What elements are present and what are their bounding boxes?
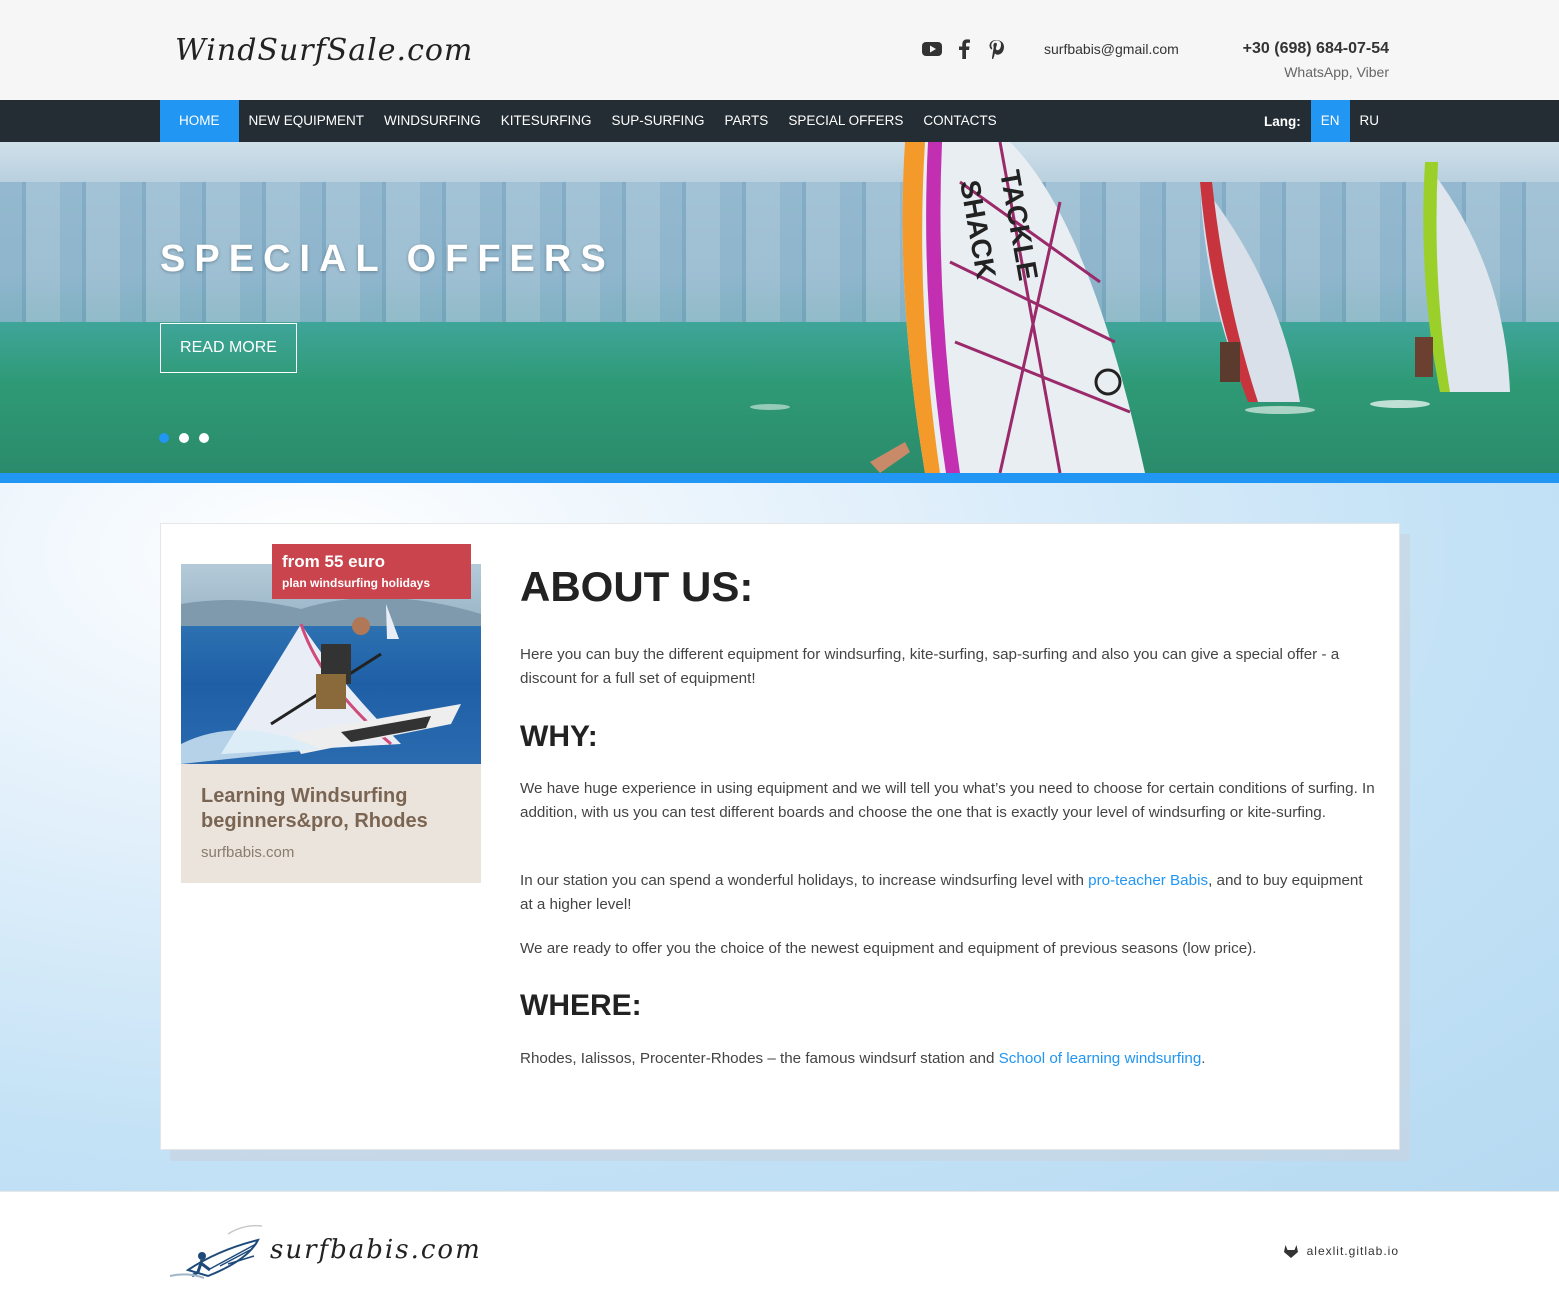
contact-phone[interactable]: +30 (698) 684-07-54 [1243, 40, 1389, 58]
site-logo[interactable]: WindSurfSale.com [165, 16, 472, 84]
school-link[interactable]: School of learning windsurfing [999, 1050, 1202, 1067]
nav-item-kitesurfing[interactable]: KITESURFING [491, 100, 602, 142]
footer-logo[interactable]: surfbabis.com [168, 1220, 482, 1280]
why-heading: WHY: [520, 720, 598, 753]
promo-badge-subtitle: plan windsurfing holidays [282, 576, 431, 590]
lang-ru[interactable]: RU [1350, 100, 1390, 142]
hero-slider: TACKLE SHACK SPECIAL OFFERS READ MORE [0, 142, 1559, 473]
footer-logo-text: surfbabis.com [270, 1235, 482, 1265]
slider-dot[interactable] [179, 433, 189, 443]
nav-item-special-offers[interactable]: SPECIAL OFFERS [778, 100, 913, 142]
hero-title: SPECIAL OFFERS [160, 238, 615, 280]
where-text-after: . [1201, 1050, 1206, 1067]
about-paragraph: Here you can buy the different equipment… [520, 646, 1340, 687]
main-nav: HOME NEW EQUIPMENT WINDSURFING KITESURFI… [0, 100, 1559, 142]
about-heading: ABOUT US: [520, 563, 754, 610]
slider-dots [159, 433, 209, 443]
where-text-before: Rhodes, Ialissos, Procenter-Rhodes – the… [520, 1050, 999, 1067]
station-paragraph: In our station you can spend a wonderful… [520, 869, 1375, 917]
nav-item-contacts[interactable]: CONTACTS [913, 100, 1006, 142]
slider-dot[interactable] [199, 433, 209, 443]
site-header: WindSurfSale.com surfbabis@gmail.com +30… [0, 0, 1559, 100]
slider-dot[interactable] [159, 433, 169, 443]
nav-item-parts[interactable]: PARTS [715, 100, 779, 142]
offer-paragraph: We are ready to offer you the choice of … [520, 940, 1257, 957]
promo-url[interactable]: surfbabis.com [201, 844, 294, 861]
lang-label: Lang: [1263, 113, 1301, 129]
lang-en[interactable]: EN [1310, 100, 1350, 142]
windsurfer-logo-icon [169, 1224, 263, 1279]
promo-badge[interactable]: from 55 euro plan windsurfing holidays [272, 544, 471, 599]
hero-bottom-bar [0, 473, 1559, 483]
read-more-button[interactable]: READ MORE [160, 323, 297, 373]
site-footer: surfbabis.com alexlit.gitlab.io [0, 1191, 1559, 1313]
gitlab-icon [1283, 1245, 1298, 1258]
contact-email[interactable]: surfbabis@gmail.com [1044, 41, 1179, 57]
station-text-before: In our station you can spend a wonderful… [520, 872, 1089, 889]
where-heading: WHERE: [520, 989, 642, 1022]
facebook-icon[interactable] [954, 38, 974, 60]
pro-teacher-link[interactable]: pro-teacher Babis [1088, 872, 1208, 889]
promo-badge-price: from 55 euro [282, 552, 385, 571]
nav-item-sup-surfing[interactable]: SUP-SURFING [602, 100, 715, 142]
where-paragraph: Rhodes, Ialissos, Procenter-Rhodes – the… [520, 1047, 1375, 1071]
nav-item-windsurfing[interactable]: WINDSURFING [374, 100, 491, 142]
promo-block[interactable]: Learning Windsurfing beginners&pro, Rhod… [181, 564, 481, 883]
windsurf-sails-image: TACKLE SHACK [750, 142, 1510, 473]
social-links [922, 38, 1006, 60]
phone-note: WhatsApp, Viber [1284, 64, 1389, 80]
developer-credit[interactable]: alexlit.gitlab.io [1283, 1244, 1399, 1258]
promo-title[interactable]: Learning Windsurfing beginners&pro, Rhod… [201, 784, 471, 834]
credit-text: alexlit.gitlab.io [1306, 1244, 1399, 1258]
youtube-icon[interactable] [922, 38, 942, 60]
why-paragraph: We have huge experience in using equipme… [520, 780, 1375, 821]
nav-item-new-equipment[interactable]: NEW EQUIPMENT [239, 100, 375, 142]
logo-text: WindSurfSale.com [175, 32, 474, 68]
nav-item-home[interactable]: HOME [160, 100, 239, 142]
pinterest-icon[interactable] [986, 38, 1006, 60]
language-switcher: Lang: EN RU [1264, 100, 1389, 142]
nav-items: HOME NEW EQUIPMENT WINDSURFING KITESURFI… [160, 100, 1007, 142]
